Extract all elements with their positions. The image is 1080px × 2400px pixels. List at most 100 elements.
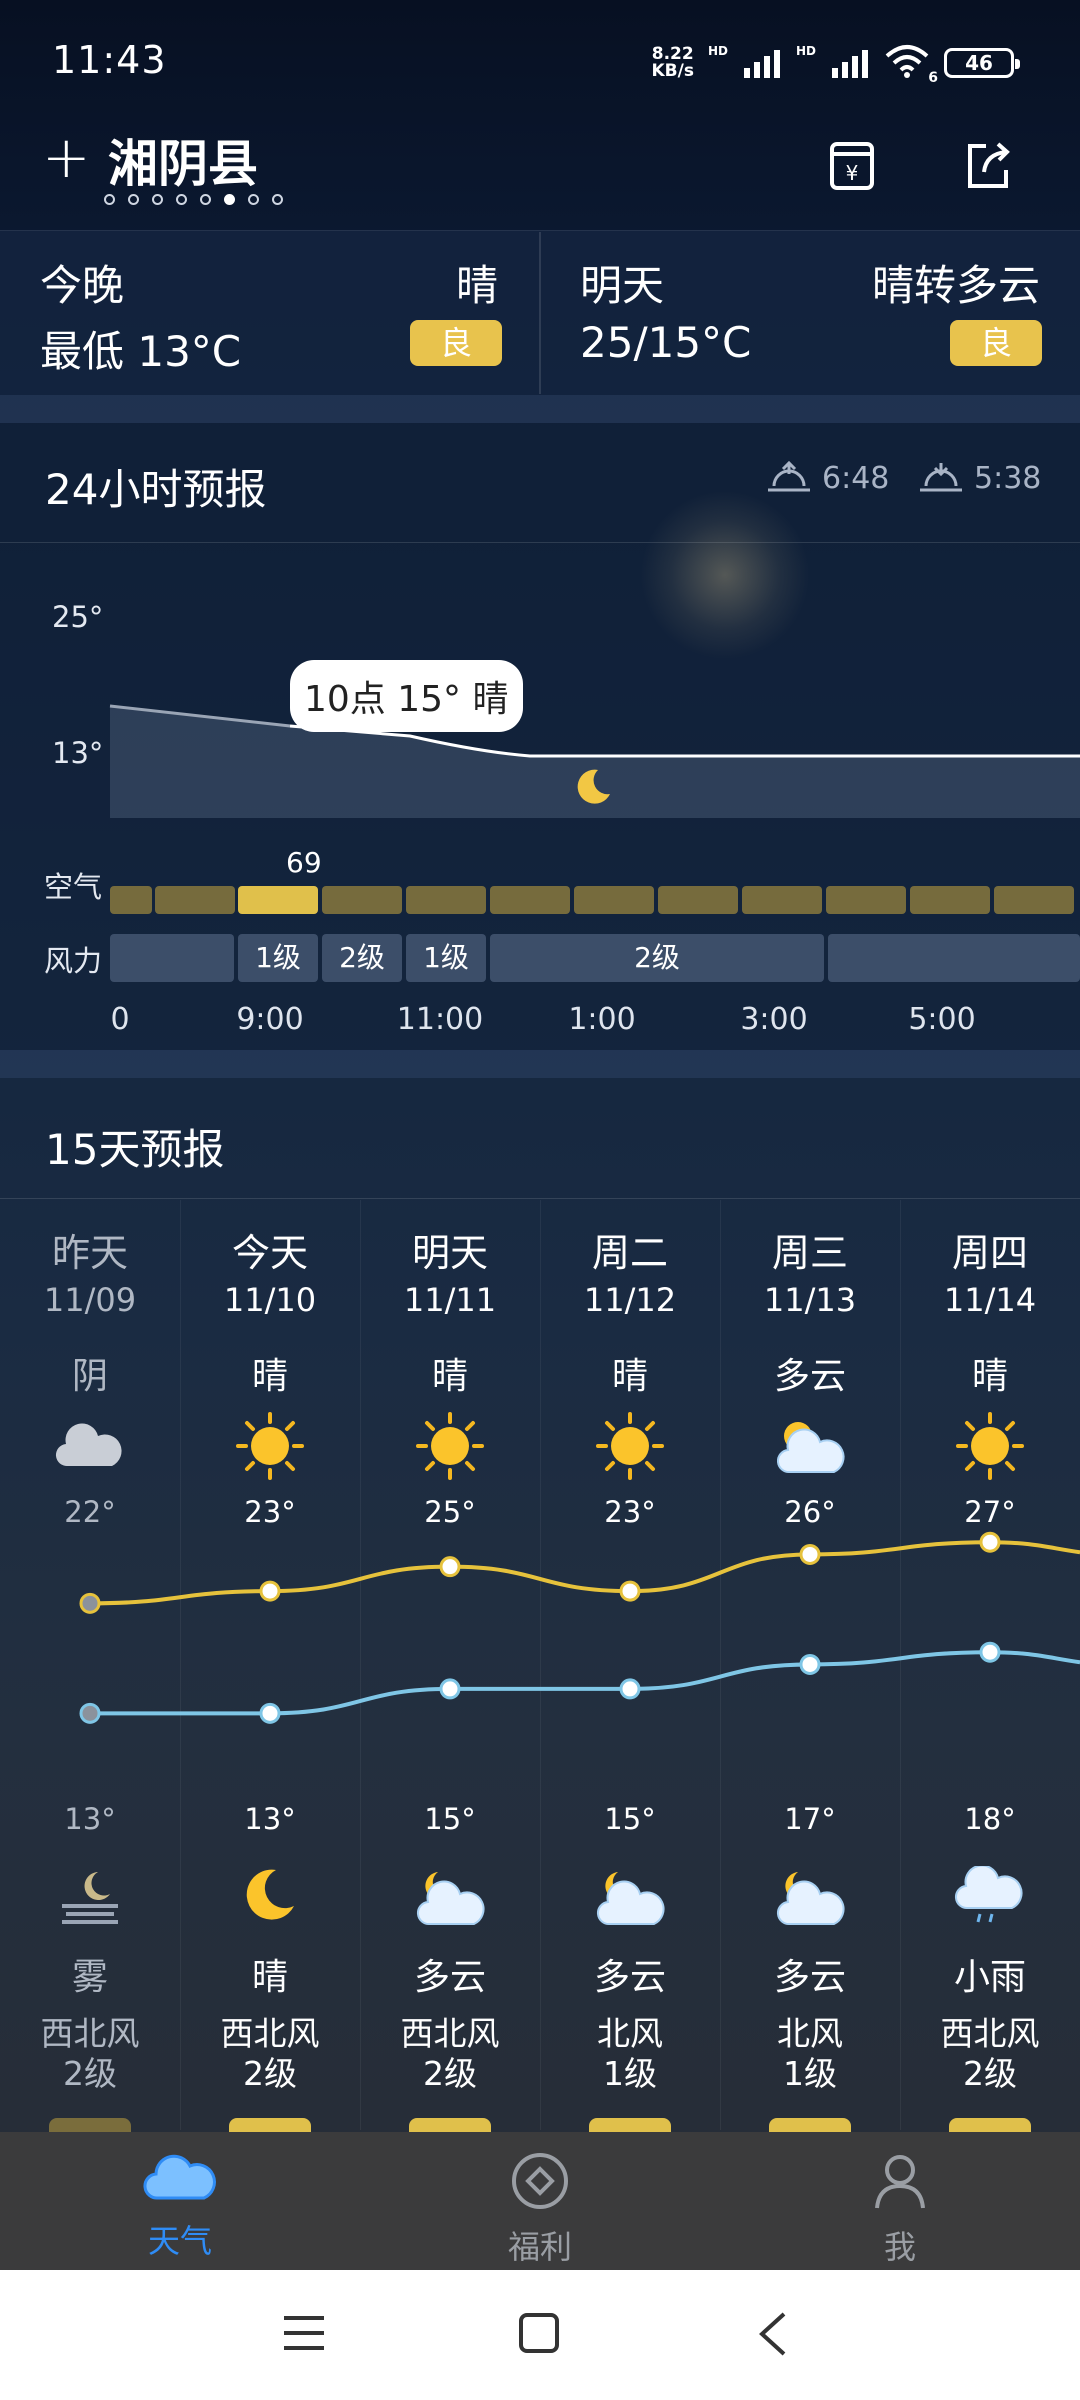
aqi-segment [826,886,906,914]
night-icon [720,1866,900,1930]
aqi-segment [322,886,402,914]
tonight-temp: 最低 13°C [40,327,242,376]
cloudy-icon [55,1423,122,1467]
night-weather: 晴 [251,1957,288,1998]
day-weather: 晴 [971,1356,1008,1397]
wind-info: 北风 1级 [540,2014,720,2094]
nav-weather-label: 天气 [147,2222,212,2260]
night-weather: 多云 [773,1957,846,1998]
status-icons: 8.22 KB/s HD HD 6 46 [652,44,1020,86]
night-icon [360,1866,540,1930]
tomorrow-temp: 25/15°C [580,318,752,367]
aqi-segment [742,886,822,914]
aqi-segment [658,886,738,914]
section-gap-2 [0,1050,1080,1078]
temp-low: 15° [604,1802,656,1836]
back-icon[interactable] [758,2312,788,2356]
day-column[interactable]: 周二 11/12 晴 [540,1222,720,1481]
day-column[interactable]: 今天 11/10 晴 [180,1222,360,1481]
nav-weather[interactable]: 天气 [80,2150,280,2262]
temp-low-point [979,1641,1001,1663]
wind-level: 2级 [63,2054,117,2093]
temp-high-point [259,1580,281,1602]
day-name: 周三 [771,1231,848,1275]
day-date: 11/13 [763,1281,857,1319]
day-name: 今天 [231,1231,308,1275]
page-dot [224,194,235,205]
temp-high-line [89,1540,1080,1606]
night-cloudy-icon [776,1872,845,1926]
daily-title: 15天预报 [45,1125,225,1174]
wind-label: 风力 [44,944,103,978]
day-column[interactable]: 昨天 11/09 阴 [0,1222,180,1481]
day-weather: 晴 [431,1356,468,1397]
aqi-segment [490,886,570,914]
page-dot [152,194,163,205]
day-weather: 晴 [251,1356,288,1397]
aqi-segment [910,886,990,914]
sun-icon [416,1412,484,1480]
tonight-aqi-badge[interactable]: 良 [410,320,502,366]
home-icon[interactable] [518,2312,560,2354]
temp-low: 13° [64,1802,116,1836]
wallet-icon[interactable]: ¥ [824,138,880,194]
night-weather: 多云 [593,1957,666,1998]
temp-low: 17° [784,1802,836,1836]
wind-seg-past [110,934,234,982]
day-column[interactable]: 周四 11/14 晴 [900,1222,1080,1481]
nav-me[interactable]: 我 [800,2150,1000,2268]
temp-high-point [619,1580,641,1602]
day-date: 11/12 [583,1281,677,1319]
add-city-button[interactable]: + [42,128,91,186]
fog-icon [62,1872,118,1924]
daily-divider [0,1198,1080,1199]
sun-glow [640,490,810,660]
wind-seg-3: 1级 [406,934,486,982]
wind-level: 2级 [243,2054,297,2093]
tonight-weather: 晴 [455,261,498,310]
day-column[interactable]: 周三 11/13 多云 [720,1222,900,1481]
temp-low-point [799,1653,821,1675]
signal-icon-2 [832,50,868,78]
nav-welfare[interactable]: 福利 [440,2150,640,2268]
aqi-segment [574,886,654,914]
day-name: 周四 [951,1231,1028,1275]
time-label-2: 11:00 [396,1002,484,1037]
share-icon[interactable] [960,138,1016,194]
tomorrow-aqi-badge[interactable]: 良 [950,320,1042,366]
wind-level: 1级 [603,2054,657,2093]
wind-level: 2级 [963,2054,1017,2093]
hourly-tooltip: 10点 15° 晴 [290,660,523,732]
sun-icon [956,1412,1024,1480]
time-label-1: 9:00 [236,1002,304,1037]
wifi-icon: 6 [884,44,938,86]
time-label-3: 1:00 [568,1002,636,1037]
status-time: 11:43 [52,38,167,82]
hourly-temp-chart [109,704,1080,818]
temp-high-point [79,1592,101,1614]
aqi-segment [110,886,152,914]
day-column[interactable]: 明天 11/11 晴 [360,1222,540,1481]
panel-divider [539,232,541,394]
day-weather: 阴 [71,1356,108,1397]
rain-icon [954,1866,1023,1923]
aqi-segment [238,886,318,914]
wind-direction: 西北风 [220,2014,320,2053]
city-name[interactable]: 湘阴县 [108,124,258,196]
partly-cloudy-icon [776,1422,845,1474]
diamond-icon [512,2153,568,2209]
page-dot [200,194,211,205]
wind-seg-5 [828,934,1080,982]
sunrise: 6:48 [766,460,889,496]
hd-label: HD [707,44,728,58]
temp-low-point [79,1702,101,1724]
daily-temp-chart [79,1531,1080,1724]
section-gap [0,395,1080,423]
tonight-label: 今晚 [40,261,125,310]
sunset: 5:38 [918,460,1041,496]
day-date: 11/14 [943,1281,1037,1319]
menu-icon[interactable] [282,2314,326,2352]
page-dot [128,194,139,205]
time-label-0: 0 [110,1002,130,1037]
night-cloudy-icon [416,1872,485,1926]
